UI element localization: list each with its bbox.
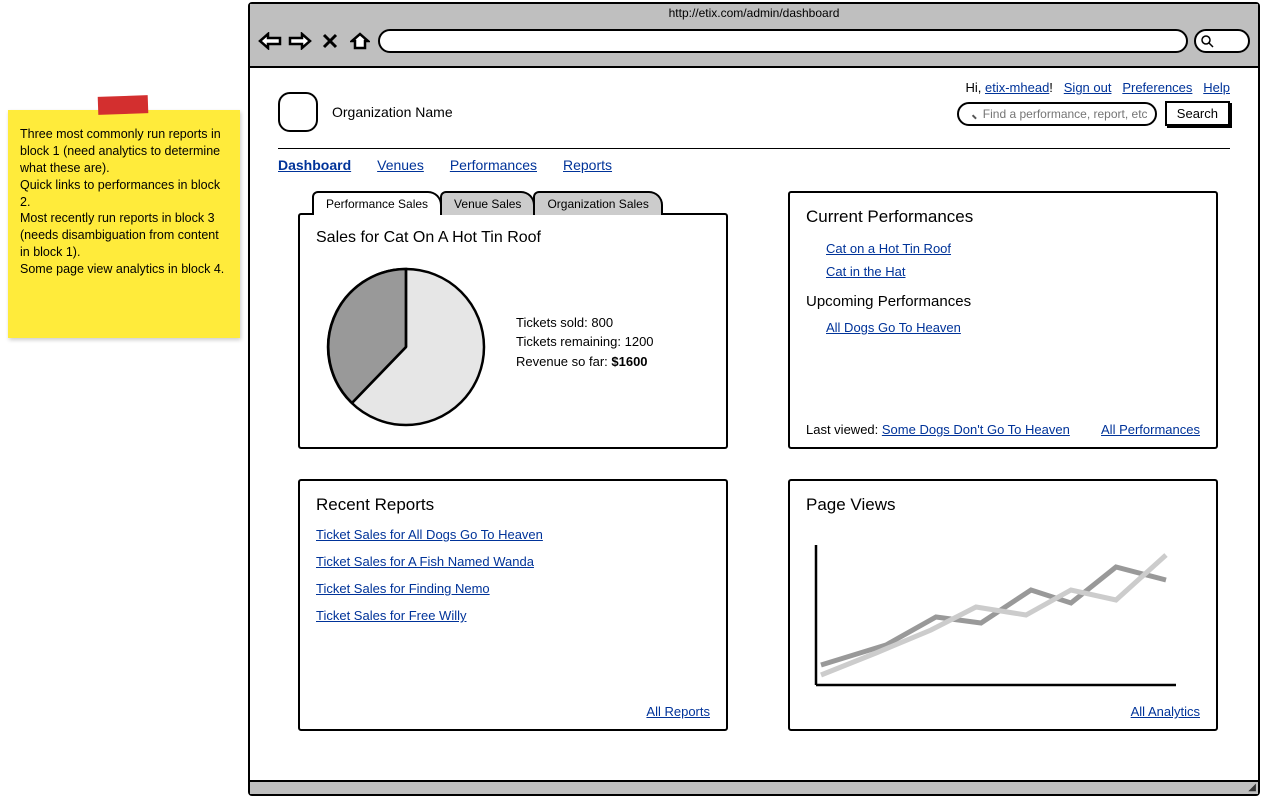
line-chart	[806, 535, 1186, 695]
org-logo-placeholder	[278, 92, 318, 132]
all-reports-link[interactable]: All Reports	[646, 704, 710, 719]
report-link[interactable]: Ticket Sales for Free Willy	[316, 608, 710, 623]
browser-chrome: http://etix.com/admin/dashboard	[250, 4, 1258, 68]
browser-toolbar	[250, 22, 1258, 60]
all-analytics-foot: All Analytics	[1131, 704, 1200, 719]
search-button[interactable]: Search	[1165, 101, 1230, 126]
help-link[interactable]: Help	[1203, 80, 1230, 95]
nav-performances[interactable]: Performances	[450, 157, 537, 173]
search-wrap	[957, 102, 1157, 126]
browser-search-pill[interactable]	[1194, 29, 1250, 53]
all-reports-foot: All Reports	[646, 704, 710, 719]
stop-icon[interactable]	[318, 30, 342, 52]
top-utility-bar: Hi, etix-mhead! Sign out Preferences Hel…	[957, 80, 1230, 126]
performances-card: Current Performances Cat on a Hot Tin Ro…	[788, 191, 1218, 449]
main-nav: Dashboard Venues Performances Reports	[278, 157, 1230, 173]
last-viewed-label: Last viewed:	[806, 422, 882, 437]
sign-out-link[interactable]: Sign out	[1064, 80, 1112, 95]
username-link[interactable]: etix-mhead	[985, 80, 1049, 95]
top-search-row: Search	[957, 101, 1230, 126]
report-link[interactable]: Ticket Sales for Finding Nemo	[316, 581, 710, 596]
sticky-note: Three most commonly run reports in block…	[8, 110, 240, 338]
dashboard-grid: Performance Sales Venue Sales Organizati…	[298, 191, 1230, 731]
org-name: Organization Name	[332, 104, 453, 120]
greeting-line: Hi, etix-mhead! Sign out Preferences Hel…	[957, 80, 1230, 95]
sales-tabs: Performance Sales Venue Sales Organizati…	[312, 191, 728, 215]
greeting-suffix: !	[1049, 80, 1053, 95]
report-link[interactable]: Ticket Sales for A Fish Named Wanda	[316, 554, 710, 569]
reports-heading: Recent Reports	[316, 495, 710, 515]
pageviews-card: Page Views All Analytics	[788, 479, 1218, 731]
home-icon[interactable]	[348, 30, 372, 52]
tickets-sold-label: Tickets sold:	[516, 315, 591, 330]
resize-grip-icon[interactable]: ◢	[1248, 782, 1256, 793]
sales-chart-row: Tickets sold: 800 Tickets remaining: 120…	[316, 257, 710, 427]
last-viewed-link[interactable]: Some Dogs Don't Go To Heaven	[882, 422, 1070, 437]
pie-chart	[316, 257, 496, 427]
forward-icon[interactable]	[288, 30, 312, 52]
performance-link[interactable]: Cat in the Hat	[826, 264, 906, 279]
tickets-sold-value: 800	[591, 315, 613, 330]
nav-venues[interactable]: Venues	[377, 157, 424, 173]
last-viewed: Last viewed: Some Dogs Don't Go To Heave…	[806, 422, 1070, 437]
preferences-link[interactable]: Preferences	[1122, 80, 1192, 95]
page-content: Hi, etix-mhead! Sign out Preferences Hel…	[250, 68, 1258, 747]
header-divider	[278, 148, 1230, 149]
all-performances-foot: All Performances	[1101, 422, 1200, 437]
sticky-line: Quick links to performances in block 2.	[20, 177, 228, 211]
performance-link[interactable]: Cat on a Hot Tin Roof	[826, 241, 951, 256]
nav-dashboard[interactable]: Dashboard	[278, 157, 351, 173]
sticky-line: Most recently run reports in block 3 (ne…	[20, 210, 228, 261]
nav-reports[interactable]: Reports	[563, 157, 612, 173]
revenue-label: Revenue so far:	[516, 354, 611, 369]
address-bar[interactable]	[378, 29, 1188, 53]
tickets-remaining-label: Tickets remaining:	[516, 334, 625, 349]
sales-card: Performance Sales Venue Sales Organizati…	[298, 191, 728, 449]
sales-stats: Tickets sold: 800 Tickets remaining: 120…	[516, 313, 654, 372]
browser-url: http://etix.com/admin/dashboard	[250, 4, 1258, 22]
tab-organization-sales[interactable]: Organization Sales	[533, 191, 662, 215]
all-analytics-link[interactable]: All Analytics	[1131, 704, 1200, 719]
reports-card: Recent Reports Ticket Sales for All Dogs…	[298, 479, 728, 731]
tab-venue-sales[interactable]: Venue Sales	[440, 191, 535, 215]
all-performances-link[interactable]: All Performances	[1101, 422, 1200, 437]
sales-card-title: Sales for Cat On A Hot Tin Roof	[316, 229, 710, 247]
browser-window: http://etix.com/admin/dashboard Hi, et	[248, 2, 1260, 796]
search-input[interactable]	[957, 102, 1157, 126]
performance-link[interactable]: All Dogs Go To Heaven	[826, 320, 961, 335]
back-icon[interactable]	[258, 30, 282, 52]
sticky-line: Some page view analytics in block 4.	[20, 261, 228, 278]
greeting-prefix: Hi,	[965, 80, 985, 95]
tab-performance-sales[interactable]: Performance Sales	[312, 191, 442, 215]
sticky-line: Three most commonly run reports in block…	[20, 126, 228, 177]
current-performances-heading: Current Performances	[806, 207, 1200, 227]
upcoming-performances-heading: Upcoming Performances	[806, 293, 1200, 310]
report-link[interactable]: Ticket Sales for All Dogs Go To Heaven	[316, 527, 710, 542]
browser-statusbar: ◢	[250, 780, 1258, 794]
sales-card-body: Sales for Cat On A Hot Tin Roof Tickets …	[298, 213, 728, 449]
tickets-remaining-value: 1200	[625, 334, 654, 349]
revenue-value: $1600	[611, 354, 647, 369]
pageviews-heading: Page Views	[806, 495, 1200, 515]
